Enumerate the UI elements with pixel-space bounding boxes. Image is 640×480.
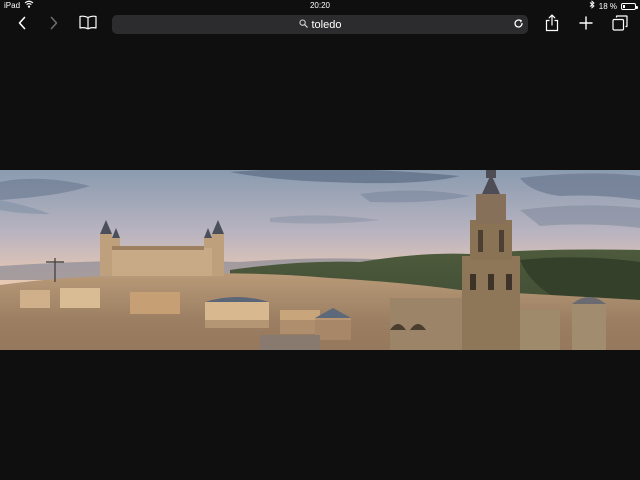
forward-button[interactable] [44, 14, 64, 36]
panorama-image [0, 168, 640, 350]
reload-button[interactable] [513, 15, 524, 34]
reload-icon [513, 16, 524, 34]
share-icon [545, 13, 559, 37]
page-content [0, 40, 640, 480]
status-bar: iPad 20:20 18 % [0, 0, 640, 12]
bookmarks-button[interactable] [76, 14, 100, 36]
chevron-left-icon [17, 16, 27, 35]
browser-toolbar: toledo [0, 12, 640, 38]
chevron-right-icon [49, 16, 59, 35]
address-query: toledo [311, 18, 342, 31]
new-tab-button[interactable] [576, 14, 596, 36]
plus-icon [579, 15, 593, 35]
address-bar[interactable]: toledo [112, 15, 528, 34]
back-button[interactable] [12, 14, 32, 36]
battery-fill [623, 5, 625, 8]
address-center: toledo [112, 15, 528, 34]
battery-percent: 18 % [598, 1, 617, 11]
search-icon [298, 18, 308, 31]
tabs-icon [612, 14, 628, 36]
tabs-button[interactable] [610, 14, 630, 36]
status-time: 20:20 [309, 1, 331, 10]
book-icon [79, 15, 97, 35]
battery-icon [621, 3, 638, 10]
share-button[interactable] [542, 13, 562, 37]
